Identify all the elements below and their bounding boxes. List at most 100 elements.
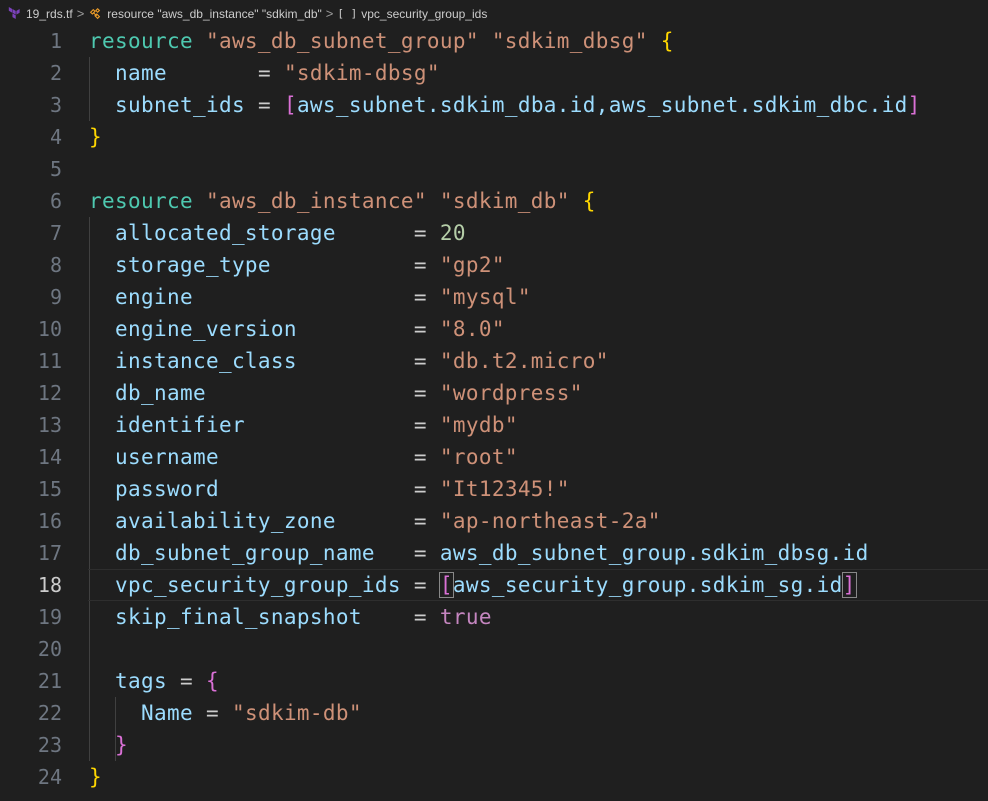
operator: = xyxy=(257,61,271,85)
breadcrumb-file[interactable]: 19_rds.tf xyxy=(26,7,73,21)
attribute-name: vpc_security_group_ids xyxy=(115,573,401,597)
code-line[interactable]: password = "It12345!" xyxy=(0,473,988,505)
operator: = xyxy=(179,669,193,693)
chevron-right-icon: > xyxy=(325,6,334,21)
reference: aws_subnet.sdkim_dba.id,aws_subnet.sdkim… xyxy=(296,93,908,117)
code-line[interactable]: storage_type = "gp2" xyxy=(0,249,988,281)
code-line[interactable]: resource "aws_db_subnet_group" "sdkim_db… xyxy=(0,25,988,57)
string: "gp2" xyxy=(439,253,505,277)
attribute-name: db_subnet_group_name xyxy=(115,541,375,565)
code-line[interactable]: } xyxy=(0,121,988,153)
attribute-name: engine_version xyxy=(115,317,297,341)
operator: = xyxy=(413,509,427,533)
string: "db.t2.micro" xyxy=(439,349,609,373)
reference: aws_security_group.sdkim_sg.id xyxy=(452,573,843,597)
string: "It12345!" xyxy=(439,477,570,501)
breadcrumb-resource[interactable]: resource "aws_db_instance" "sdkim_db" xyxy=(107,7,321,21)
operator: = xyxy=(413,413,427,437)
attribute-name: engine xyxy=(115,285,193,309)
string: "sdkim-db" xyxy=(231,701,362,725)
operator: = xyxy=(413,349,427,373)
code-editor[interactable]: 1 2 3 4 5 6 7 8 9 10 11 12 13 14 15 16 1… xyxy=(0,25,988,801)
attribute-name: availability_zone xyxy=(115,509,336,533)
code-line[interactable]: skip_final_snapshot = true xyxy=(0,601,988,633)
string: "aws_db_instance" xyxy=(205,189,427,213)
attribute-name: instance_class xyxy=(115,349,297,373)
symbol-class-icon xyxy=(88,7,102,21)
operator: = xyxy=(413,221,427,245)
brace: { xyxy=(582,189,596,213)
attribute-name: skip_final_snapshot xyxy=(115,605,362,629)
attribute-name: username xyxy=(115,445,219,469)
line-number-row: 20 xyxy=(0,633,988,665)
reference: aws_db_subnet_group.sdkim_dbsg.id xyxy=(439,541,869,565)
brace: } xyxy=(115,733,128,757)
brace: } xyxy=(89,765,102,789)
code-line[interactable]: engine = "mysql" xyxy=(0,281,988,313)
code-line[interactable]: db_subnet_group_name = aws_db_subnet_gro… xyxy=(0,537,988,569)
attribute-name: storage_type xyxy=(115,253,271,277)
string: "mysql" xyxy=(439,285,531,309)
brace: { xyxy=(205,669,219,693)
string: "8.0" xyxy=(439,317,505,341)
attribute-name: db_name xyxy=(115,381,206,405)
boolean: true xyxy=(439,605,492,629)
chevron-right-icon: > xyxy=(76,6,85,21)
operator: = xyxy=(413,253,427,277)
bracket-match: [ xyxy=(438,572,454,598)
keyword: resource xyxy=(89,29,193,53)
line-number-row: 5 xyxy=(0,153,988,185)
code-line[interactable]: availability_zone = "ap-northeast-2a" xyxy=(0,505,988,537)
brace: } xyxy=(89,125,102,149)
operator: = xyxy=(413,285,427,309)
breadcrumb: 19_rds.tf > resource "aws_db_instance" "… xyxy=(0,0,988,27)
attribute-name: Name xyxy=(140,701,193,725)
operator: = xyxy=(257,93,271,117)
code-line[interactable]: Name = "sdkim-db" xyxy=(0,697,988,729)
number: 20 xyxy=(439,221,466,245)
bracket: [ xyxy=(283,93,297,117)
attribute-name: password xyxy=(115,477,219,501)
code-line[interactable]: db_name = "wordpress" xyxy=(0,377,988,409)
code-line[interactable]: engine_version = "8.0" xyxy=(0,313,988,345)
string: "aws_db_subnet_group" xyxy=(205,29,479,53)
string: "sdkim-dbsg" xyxy=(283,61,440,85)
terraform-icon xyxy=(8,7,21,20)
code-line-current[interactable]: vpc_security_group_ids = [aws_security_g… xyxy=(0,569,988,601)
line-number: 20 xyxy=(37,637,62,661)
string: "mydb" xyxy=(439,413,518,437)
operator: = xyxy=(413,573,427,597)
code-line[interactable]: allocated_storage = 20 xyxy=(0,217,988,249)
attribute-name: allocated_storage xyxy=(115,221,336,245)
code-line[interactable]: } xyxy=(0,729,988,761)
attribute-name: subnet_ids xyxy=(115,93,245,117)
bracket-match: ] xyxy=(841,572,857,598)
code-line[interactable]: resource "aws_db_instance" "sdkim_db" { xyxy=(0,185,988,217)
breadcrumb-field[interactable]: vpc_security_group_ids xyxy=(361,7,487,21)
string: "ap-northeast-2a" xyxy=(439,509,661,533)
operator: = xyxy=(413,477,427,501)
code-line[interactable]: } xyxy=(0,761,988,793)
code-line[interactable]: tags = { xyxy=(0,665,988,697)
code-line[interactable]: name = "sdkim-dbsg" xyxy=(0,57,988,89)
operator: = xyxy=(205,701,219,725)
code-line[interactable]: username = "root" xyxy=(0,441,988,473)
operator: = xyxy=(413,541,427,565)
brace: { xyxy=(660,29,674,53)
attribute-name: identifier xyxy=(115,413,245,437)
attribute-name: tags xyxy=(115,669,167,693)
string: "sdkim_dbsg" xyxy=(491,29,648,53)
string: "sdkim_db" xyxy=(439,189,570,213)
code-line[interactable]: identifier = "mydb" xyxy=(0,409,988,441)
line-number: 5 xyxy=(49,157,62,181)
operator: = xyxy=(413,317,427,341)
code-line[interactable]: subnet_ids = [aws_subnet.sdkim_dba.id,aw… xyxy=(0,89,988,121)
code-line[interactable]: instance_class = "db.t2.micro" xyxy=(0,345,988,377)
operator: = xyxy=(413,381,427,405)
operator: = xyxy=(413,445,427,469)
string: "root" xyxy=(439,445,518,469)
symbol-array-icon: [ ] xyxy=(337,7,358,20)
string: "wordpress" xyxy=(439,381,583,405)
attribute-name: name xyxy=(115,61,167,85)
operator: = xyxy=(413,605,427,629)
